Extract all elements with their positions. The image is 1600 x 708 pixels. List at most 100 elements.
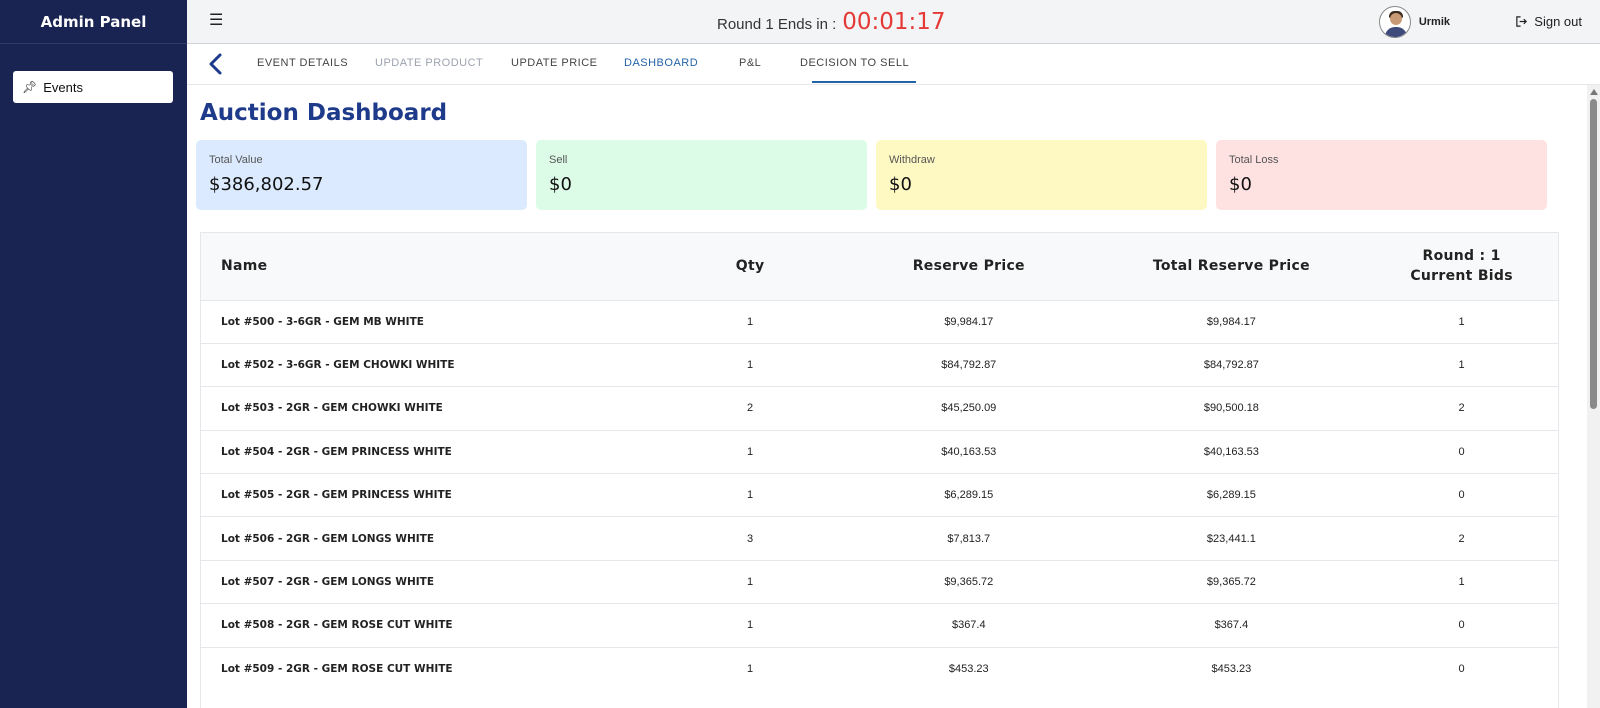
header-reserve-price[interactable]: Reserve Price bbox=[840, 233, 1098, 300]
cell-name: Lot #504 - 2GR - GEM PRINCESS WHITE bbox=[221, 445, 452, 458]
cell-current-bids: 0 bbox=[1458, 663, 1465, 676]
cell-total-reserve-price: $6,289.15 bbox=[1206, 489, 1256, 502]
table-row[interactable]: Lot #507 - 2GR - GEM LONGS WHITE 1 $9,365.… bbox=[201, 560, 1558, 603]
tab-update-product[interactable]: UPDATE PRODUCT bbox=[375, 57, 483, 69]
cell-total-reserve-price: $453.23 bbox=[1211, 663, 1252, 676]
total-loss-card: Total Loss $0 bbox=[1216, 140, 1547, 210]
cell-reserve-price: $367.4 bbox=[951, 619, 986, 632]
cell-current-bids: 2 bbox=[1458, 532, 1465, 545]
scroll-thumb[interactable] bbox=[1590, 99, 1597, 409]
cell-current-bids: 1 bbox=[1458, 576, 1465, 589]
header-round: Round : 1 bbox=[1422, 248, 1501, 265]
active-tab-indicator bbox=[812, 81, 916, 83]
page-title: Auction Dashboard bbox=[200, 100, 448, 126]
card-value: $0 bbox=[549, 174, 572, 195]
cell-name: Lot #509 - 2GR - GEM ROSE CUT WHITE bbox=[221, 663, 453, 676]
cell-reserve-price: $7,813.7 bbox=[947, 532, 991, 545]
cell-name: Lot #507 - 2GR - GEM LONGS WHITE bbox=[221, 576, 435, 589]
cell-qty: 1 bbox=[747, 663, 754, 676]
sidebar: Admin Panel 📌︎ Events bbox=[0, 0, 187, 708]
tab-update-price[interactable]: UPDATE PRICE bbox=[511, 57, 597, 69]
card-label: Total Value bbox=[209, 154, 263, 166]
cell-name: Lot #502 - 3-6GR - GEM CHOWKI WHITE bbox=[221, 359, 455, 372]
menu-icon[interactable]: ☰ bbox=[209, 13, 223, 29]
sell-card: Sell $0 bbox=[536, 140, 867, 210]
total-value-card: Total Value $386,802.57 bbox=[196, 140, 527, 210]
table-row[interactable]: Lot #500 - 3-6GR - GEM MB WHITE 1 $9,984.1… bbox=[201, 300, 1558, 343]
header-current-bids[interactable]: Round : 1 Current Bids bbox=[1365, 233, 1558, 300]
cell-qty: 1 bbox=[747, 619, 754, 632]
table-row[interactable]: Lot #504 - 2GR - GEM PRINCESS WHITE 1 $40,… bbox=[201, 430, 1558, 473]
card-label: Sell bbox=[549, 154, 568, 166]
cell-qty: 1 bbox=[747, 315, 754, 328]
cell-reserve-price: $6,289.15 bbox=[944, 489, 994, 502]
main-content: Auction Dashboard Total Value $386,802.5… bbox=[187, 85, 1587, 708]
table-row[interactable]: Lot #508 - 2GR - GEM ROSE CUT WHITE 1 $367… bbox=[201, 603, 1558, 647]
cell-name: Lot #503 - 2GR - GEM CHOWKI WHITE bbox=[221, 402, 443, 415]
card-value: $0 bbox=[889, 174, 912, 195]
header-total-reserve-price[interactable]: Total Reserve Price bbox=[1098, 233, 1366, 300]
tab-event-details[interactable]: EVENT DETAILS bbox=[257, 57, 348, 69]
cell-reserve-price: $40,163.53 bbox=[941, 445, 997, 458]
table-row[interactable]: Lot #503 - 2GR - GEM CHOWKI WHITE 2 $45,25… bbox=[201, 386, 1558, 430]
cell-current-bids: 1 bbox=[1458, 315, 1465, 328]
cell-qty: 1 bbox=[747, 359, 754, 372]
cell-current-bids: 0 bbox=[1458, 489, 1465, 502]
cell-qty: 3 bbox=[747, 532, 754, 545]
scroll-up-icon[interactable] bbox=[1590, 89, 1598, 95]
round-timer: Round 1 Ends in : 00:01:17 bbox=[717, 9, 946, 35]
avatar[interactable] bbox=[1378, 6, 1411, 38]
cell-name: Lot #506 - 2GR - GEM LONGS WHITE bbox=[221, 532, 435, 545]
card-value: $0 bbox=[1229, 174, 1252, 195]
cell-reserve-price: $9,984.17 bbox=[944, 315, 994, 328]
cell-total-reserve-price: $90,500.18 bbox=[1203, 402, 1259, 415]
tab-pnl[interactable]: P&L bbox=[739, 57, 761, 69]
sidebar-item-label: Events bbox=[43, 79, 83, 95]
table-row[interactable]: Lot #502 - 3-6GR - GEM CHOWKI WHITE 1 $84,… bbox=[201, 343, 1558, 386]
cell-total-reserve-price: $9,984.17 bbox=[1206, 315, 1256, 328]
cell-reserve-price: $84,792.87 bbox=[941, 359, 997, 372]
user-name: Urmik bbox=[1418, 16, 1450, 28]
withdraw-card: Withdraw $0 bbox=[876, 140, 1207, 210]
table-header-row: Name Qty Reserve Price Total Reserve Pri… bbox=[201, 233, 1558, 300]
card-value: $386,802.57 bbox=[209, 174, 324, 195]
user-profile[interactable]: Urmik bbox=[1378, 6, 1450, 38]
cell-qty: 1 bbox=[747, 576, 754, 589]
cell-reserve-price: $453.23 bbox=[948, 663, 989, 676]
scrollbar[interactable] bbox=[1587, 85, 1600, 708]
cell-reserve-price: $45,250.09 bbox=[941, 402, 997, 415]
round-label: Round 1 Ends in : bbox=[717, 16, 837, 33]
card-label: Total Loss bbox=[1229, 154, 1279, 166]
sign-out-icon bbox=[1516, 16, 1528, 27]
cell-current-bids: 0 bbox=[1458, 445, 1465, 458]
table-row[interactable]: Lot #505 - 2GR - GEM PRINCESS WHITE 1 $6,2… bbox=[201, 473, 1558, 517]
cell-total-reserve-price: $84,792.87 bbox=[1203, 359, 1259, 372]
header-current-bids-label: Current Bids bbox=[1410, 268, 1513, 285]
cell-current-bids: 0 bbox=[1458, 619, 1465, 632]
cell-current-bids: 2 bbox=[1458, 402, 1465, 415]
topbar: ☰ Round 1 Ends in : 00:01:17 Urmik Sign … bbox=[187, 0, 1600, 44]
cell-qty: 2 bbox=[747, 402, 754, 415]
cell-total-reserve-price: $9,365.72 bbox=[1206, 576, 1256, 589]
pin-icon: 📌︎ bbox=[22, 80, 38, 94]
sign-out-button[interactable]: Sign out bbox=[1515, 14, 1582, 29]
table-row[interactable]: Lot #506 - 2GR - GEM LONGS WHITE 3 $7,813.… bbox=[201, 516, 1558, 560]
cell-total-reserve-price: $40,163.53 bbox=[1203, 445, 1259, 458]
cell-name: Lot #508 - 2GR - GEM ROSE CUT WHITE bbox=[221, 619, 453, 632]
tab-dashboard[interactable]: DASHBOARD bbox=[624, 57, 698, 69]
cell-total-reserve-price: $367.4 bbox=[1214, 619, 1249, 632]
sidebar-item-events[interactable]: 📌︎ Events bbox=[13, 71, 173, 103]
tab-decision-to-sell[interactable]: DECISION TO SELL bbox=[800, 57, 909, 69]
back-icon[interactable] bbox=[205, 52, 227, 76]
header-name[interactable]: Name bbox=[201, 233, 660, 300]
cell-qty: 1 bbox=[747, 489, 754, 502]
cell-name: Lot #505 - 2GR - GEM PRINCESS WHITE bbox=[221, 489, 452, 502]
header-qty[interactable]: Qty bbox=[660, 233, 840, 300]
round-countdown: 00:01:17 bbox=[842, 9, 946, 35]
tab-bar: EVENT DETAILS UPDATE PRODUCT UPDATE PRIC… bbox=[187, 44, 1600, 85]
cell-current-bids: 1 bbox=[1458, 359, 1465, 372]
cell-name: Lot #500 - 3-6GR - GEM MB WHITE bbox=[221, 315, 424, 328]
table-row[interactable]: Lot #509 - 2GR - GEM ROSE CUT WHITE 1 $453… bbox=[201, 647, 1558, 690]
sidebar-brand: Admin Panel bbox=[0, 0, 187, 44]
cell-total-reserve-price: $23,441.1 bbox=[1206, 532, 1256, 545]
